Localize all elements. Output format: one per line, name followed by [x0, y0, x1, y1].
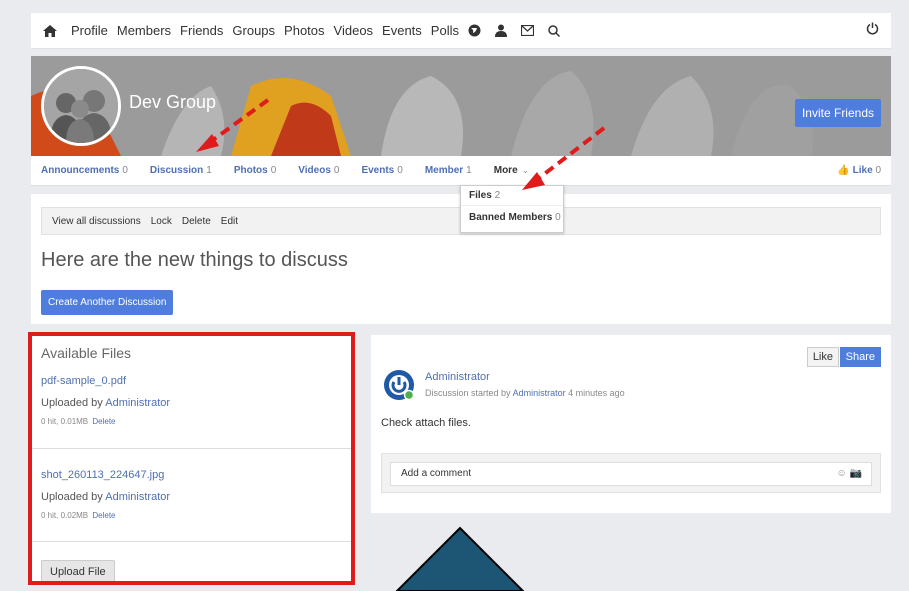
- post-body: Check attach files.: [381, 417, 471, 429]
- edit-link[interactable]: Edit: [221, 216, 238, 227]
- more-dropdown-menu: Files 2 Banned Members 0: [460, 185, 564, 233]
- nav-polls[interactable]: Polls: [431, 23, 459, 38]
- tab-member[interactable]: Member 1: [425, 165, 472, 176]
- group-name: Dev Group: [129, 92, 217, 112]
- file-name-link[interactable]: shot_260113_224647.jpg: [41, 469, 346, 481]
- files-title: Available Files: [41, 345, 132, 361]
- share-button[interactable]: Share: [839, 347, 881, 367]
- navigation-triangle: [395, 526, 525, 591]
- group-avatar[interactable]: [41, 66, 121, 146]
- divider: [31, 541, 351, 542]
- nav-members[interactable]: Members: [117, 23, 171, 38]
- thumbs-up-icon: 👍: [837, 165, 850, 176]
- tab-events[interactable]: Events 0: [361, 165, 402, 176]
- file-item: pdf-sample_0.pdf Uploaded by Administrat…: [41, 375, 346, 426]
- comment-input[interactable]: Add a comment: [390, 462, 872, 486]
- tab-photos[interactable]: Photos 0: [234, 165, 276, 176]
- divider: [31, 448, 351, 449]
- nav-photos[interactable]: Photos: [284, 23, 324, 38]
- group-tabbar: Announcements 0 Discussion 1 Photos 0 Video…: [31, 156, 891, 186]
- nav-events[interactable]: Events: [382, 23, 422, 38]
- menu-item-banned-members[interactable]: Banned Members 0: [461, 205, 563, 227]
- invite-friends-button[interactable]: Invite Friends: [794, 99, 881, 127]
- top-navigation: Profile Members Friends Groups Photos Vi…: [31, 13, 891, 49]
- author-avatar[interactable]: [383, 369, 415, 401]
- globe-icon[interactable]: [468, 24, 481, 37]
- file-delete-link[interactable]: Delete: [92, 511, 115, 520]
- file-name-link[interactable]: pdf-sample_0.pdf: [41, 375, 346, 387]
- uploader-link[interactable]: Administrator: [105, 491, 170, 503]
- nav-profile[interactable]: Profile: [71, 23, 108, 38]
- available-files-panel: Available Files pdf-sample_0.pdf Uploade…: [31, 335, 351, 585]
- nav-groups[interactable]: Groups: [232, 23, 275, 38]
- file-meta: 0 hit, 0.02MB Delete: [41, 511, 116, 520]
- tab-discussion[interactable]: Discussion 1: [150, 165, 212, 176]
- tab-videos[interactable]: Videos 0: [298, 165, 339, 176]
- file-meta: 0 hit, 0.01MB Delete: [41, 417, 116, 426]
- nav-friends[interactable]: Friends: [180, 23, 223, 38]
- nav-videos[interactable]: Videos: [334, 23, 374, 38]
- upload-file-button[interactable]: Upload File: [41, 560, 115, 584]
- like-group-button[interactable]: 👍 Like 0: [837, 165, 881, 176]
- tab-more[interactable]: More ⌄: [494, 165, 529, 176]
- view-all-discussions-link[interactable]: View all discussions: [52, 216, 141, 227]
- post-subtitle: Discussion started by Administrator 4 mi…: [425, 388, 625, 398]
- like-post-button[interactable]: Like: [806, 347, 839, 367]
- file-item: shot_260113_224647.jpg Uploaded by Admin…: [41, 469, 346, 520]
- comment-area: Add a comment ☺ 📷: [381, 453, 881, 493]
- discussion-post: Like Share Administrator Discussion star…: [371, 335, 891, 513]
- delete-link[interactable]: Delete: [182, 216, 211, 227]
- mail-icon[interactable]: [520, 25, 534, 36]
- discussion-title: Here are the new things to discuss: [41, 249, 348, 271]
- power-icon[interactable]: [866, 22, 879, 38]
- person-icon[interactable]: [494, 24, 507, 37]
- camera-icon[interactable]: 📷: [850, 468, 862, 479]
- search-icon[interactable]: [548, 24, 560, 37]
- menu-item-files[interactable]: Files 2: [461, 186, 563, 205]
- post-subtitle-author[interactable]: Administrator: [513, 388, 566, 398]
- file-delete-link[interactable]: Delete: [92, 417, 115, 426]
- group-cover: Dev Group Invite Friends: [31, 56, 891, 156]
- file-uploader: Uploaded by Administrator: [41, 491, 171, 503]
- comment-icons: ☺ 📷: [837, 468, 862, 479]
- post-author-link[interactable]: Administrator: [425, 371, 490, 383]
- emoji-icon[interactable]: ☺: [837, 468, 847, 479]
- home-icon[interactable]: [43, 24, 57, 37]
- lock-link[interactable]: Lock: [151, 216, 172, 227]
- tab-announcements[interactable]: Announcements 0: [41, 165, 128, 176]
- uploader-link[interactable]: Administrator: [105, 397, 170, 409]
- create-discussion-button[interactable]: Create Another Discussion: [41, 290, 174, 315]
- file-uploader: Uploaded by Administrator: [41, 397, 171, 409]
- chevron-down-icon: ⌄: [521, 165, 530, 175]
